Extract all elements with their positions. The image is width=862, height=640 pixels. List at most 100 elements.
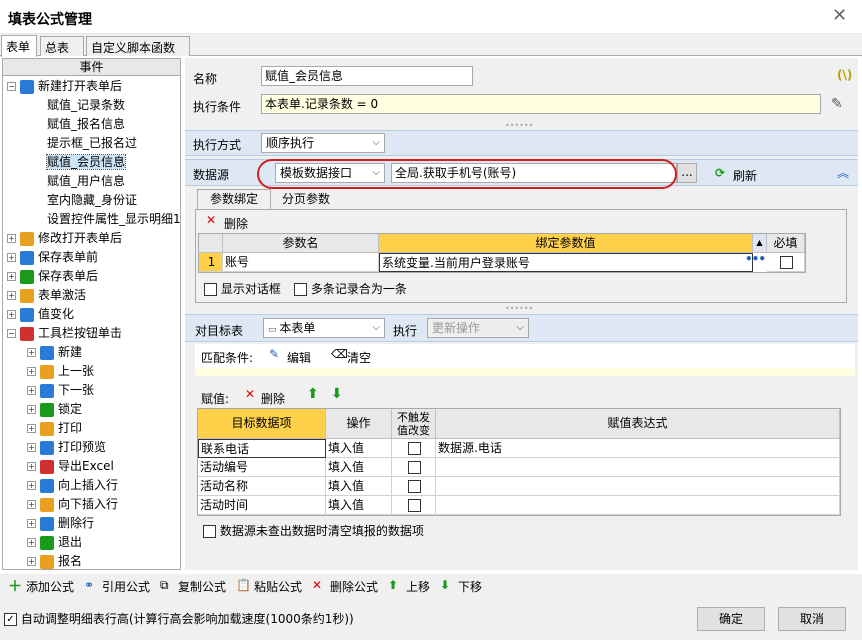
assign-row-op[interactable]: 填入值 [326,458,392,477]
tree-item[interactable]: 赋值_用户信息 [47,172,125,191]
browse-button[interactable]: ... [677,163,697,183]
expand-icon[interactable]: + [27,367,36,376]
assign-row-expr[interactable] [436,458,840,477]
param-row-name[interactable]: 账号 [223,253,379,272]
copy-formula-button[interactable]: 复制公式 [178,578,226,595]
tree-item[interactable]: 赋值_会员信息 [45,153,127,172]
tree-item[interactable]: 赋值_记录条数 [47,96,125,115]
name-input[interactable]: 赋值_会员信息 [261,66,473,86]
assign-row-expr[interactable] [436,477,840,496]
tab-paging-params[interactable]: 分页参数 [271,190,341,209]
assign-row-no-trigger[interactable] [392,439,436,458]
tree-item[interactable]: + 新建 [27,343,82,362]
refresh-button[interactable]: 刷新 [733,167,757,184]
magic-wand-icon[interactable]: ✎ [831,96,843,112]
required-checkbox[interactable] [780,256,793,269]
add-formula-button[interactable]: 添加公式 [26,578,74,595]
tree-item[interactable]: + 值变化 [7,305,74,324]
tree-item[interactable]: 提示框_已报名过 [47,134,137,153]
tree-item[interactable]: + 导出Excel [27,457,114,476]
clear-on-empty-checkbox[interactable] [203,525,216,538]
delete-icon[interactable]: ✕ [206,213,216,227]
tree-item[interactable]: + 保存表单后 [7,267,98,286]
target-select[interactable]: ▭ 本表单 ⌵ [263,318,385,338]
tree-item[interactable]: + 报名 [27,552,82,569]
tree-item[interactable]: 赋值_报名信息 [47,115,125,134]
sort-icon[interactable]: ▲ [753,234,767,253]
tab-custom-script[interactable]: 自定义脚本函数 [86,36,190,56]
tree-item[interactable]: + 修改打开表单后 [7,229,122,248]
tree-item[interactable]: − 新建打开表单后 [7,77,122,96]
tree-item[interactable]: + 保存表单前 [7,248,98,267]
assign-row-field[interactable]: 活动名称 [198,477,326,496]
arrow-up-icon[interactable]: ⬆ [307,386,319,402]
param-row-required[interactable] [767,253,805,272]
assign-row-expr[interactable]: 数据源.电话 [436,439,840,458]
expand-icon[interactable]: + [27,424,36,433]
tree-item[interactable]: + 删除行 [27,514,94,533]
assign-row-op[interactable]: 填入值 [326,477,392,496]
tab-summary[interactable]: 总表 [40,36,84,56]
expand-icon[interactable]: + [7,291,16,300]
tree-item[interactable]: + 向上插入行 [27,476,118,495]
expand-icon[interactable]: + [27,405,36,414]
expand-icon[interactable]: + [27,519,36,528]
more-icon[interactable]: ••• [745,252,766,266]
expand-icon[interactable]: + [7,310,16,319]
no-trigger-checkbox[interactable] [408,499,421,512]
expand-icon[interactable]: + [27,386,36,395]
show-dialog-option[interactable]: 显示对话框 [204,280,281,297]
ok-button[interactable]: 确定 [697,607,765,631]
assign-row-op[interactable]: 填入值 [326,496,392,515]
link-icon[interactable]: ⚭ [84,578,94,592]
match-edit-button[interactable]: 编辑 [287,349,311,366]
tree-item[interactable]: − 工具栏按钮单击 [7,324,122,343]
tab-param-binding[interactable]: 参数绑定 [197,189,271,209]
delete-formula-button[interactable]: 删除公式 [330,578,378,595]
expand-icon[interactable]: + [7,234,16,243]
expand-icon[interactable]: + [7,272,16,281]
formula-icon[interactable]: (\) [837,68,852,82]
tree-item[interactable]: + 退出 [27,533,82,552]
assign-delete-button[interactable]: 删除 [261,390,285,407]
close-icon[interactable]: ✕ [832,5,847,26]
splitter-icon[interactable]: •••••• [505,304,533,313]
param-delete-button[interactable]: 删除 [224,215,248,232]
splitter-icon[interactable]: •••••• [505,121,533,130]
tree-item[interactable]: + 打印 [27,419,82,438]
expand-icon[interactable]: + [27,462,36,471]
expand-icon[interactable]: + [27,481,36,490]
exec-select[interactable]: 更新操作 ⌵ [427,318,529,338]
copy-icon[interactable]: ⧉ [160,578,169,593]
condition-input[interactable]: 本表单.记录条数 = 0 [261,94,821,114]
show-dialog-checkbox[interactable] [204,283,217,296]
refresh-icon[interactable]: ⟳ [715,166,725,180]
auto-row-checkbox[interactable]: ✓ [4,613,17,626]
assign-row-field[interactable]: 活动编号 [198,458,326,477]
merge-records-checkbox[interactable] [294,283,307,296]
no-trigger-checkbox[interactable] [408,480,421,493]
assign-row-no-trigger[interactable] [392,496,436,515]
expand-icon[interactable]: + [27,538,36,547]
param-row-value[interactable]: 系统变量.当前用户登录账号 [379,253,753,272]
arrow-up-icon[interactable]: ⬆ [388,578,398,592]
clear-on-empty-option[interactable]: 数据源未查出数据时清空填报的数据项 [203,522,424,539]
match-clear-button[interactable]: 清空 [347,349,371,366]
ref-formula-button[interactable]: 引用公式 [102,578,150,595]
no-trigger-checkbox[interactable] [408,461,421,474]
tree-item[interactable]: + 锁定 [27,400,82,419]
assign-row-field[interactable]: 活动时间 [198,496,326,515]
auto-row-option[interactable]: ✓ 自动调整明细表行高(计算行高会影响加载速度(1000条约1秒)) [4,610,354,627]
assign-row-field[interactable]: 联系电话 [198,439,326,458]
tree-item[interactable]: + 表单激活 [7,286,86,305]
expand-icon[interactable]: + [27,500,36,509]
edit-icon[interactable]: ✎ [269,347,279,361]
expand-icon[interactable]: + [7,253,16,262]
delete-icon[interactable]: ✕ [245,387,255,401]
assign-row-op[interactable]: 填入值 [326,439,392,458]
add-icon[interactable]: ＋ [8,576,22,596]
tree-item[interactable]: 设置控件属性_显示明细1 [47,210,180,229]
tree-item[interactable]: + 打印预览 [27,438,106,457]
arrow-down-icon[interactable]: ⬇ [331,386,343,402]
expand-icon[interactable]: − [7,82,16,91]
